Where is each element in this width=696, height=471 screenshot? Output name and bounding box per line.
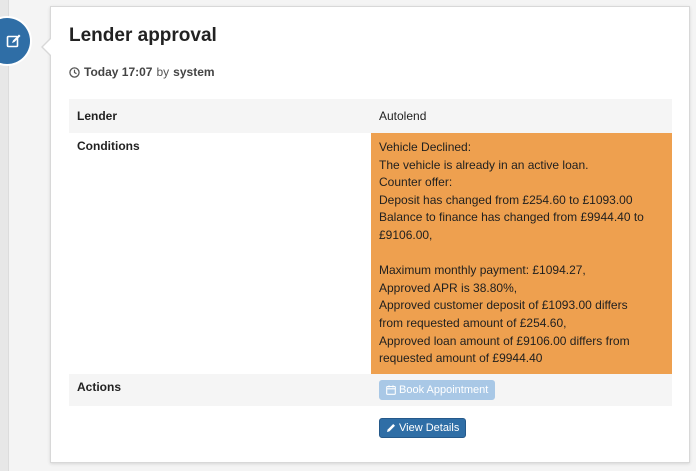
lender-value: Autolend [371,99,672,133]
view-details-wrapper: View Details [379,418,467,438]
conditions-line: Approved loan amount of £9106.00 differs… [379,333,630,348]
view-details-label: View Details [399,422,460,434]
conditions-blank-line [379,245,664,263]
entry-timestamp: Today 17:07 [84,65,153,79]
entry-meta: Today 17:07 by system [69,65,215,79]
conditions-line: £9106.00, [379,227,433,242]
calendar-icon [386,385,396,395]
pencil-icon [387,424,395,432]
conditions-line: Balance to finance has changed from £994… [379,210,644,225]
card-pointer-inner [43,38,52,56]
conditions-label: Conditions [69,133,371,374]
entry-by-label: by [156,65,170,79]
view-details-button[interactable]: View Details [379,418,467,438]
conditions-line: Maximum monthly payment: £1094.27, [379,263,586,278]
clock-icon [69,66,80,78]
conditions-line: Counter offer: [379,175,453,190]
timeline-entry-card: Lender approval Today 17:07 by system Le… [41,6,690,463]
conditions-line: Vehicle Declined: [379,140,472,154]
entry-title: Lender approval [69,25,217,46]
table-row-actions: Actions Book Appointment [69,373,672,406]
timeline-line [0,0,9,471]
conditions-line: requested amount of £9944.40 [379,351,543,366]
lender-label: Lender [69,99,371,133]
conditions-line: Deposit has changed from £254.60 to £109… [379,192,633,207]
conditions-line: The vehicle is already in an active loan… [379,157,589,172]
entry-author: system [173,65,215,79]
table-row-lender: Lender Autolend [69,99,672,133]
actions-cell: Book Appointment [371,373,672,406]
details-table: Lender Autolend Conditions Vehicle Decli… [69,99,672,406]
conditions-line: Approved customer deposit of £1093.00 di… [379,298,628,313]
timeline-marker [0,18,30,64]
conditions-line: Approved APR is 38.80%, [379,280,518,295]
table-row-conditions: Conditions Vehicle Declined: The vehicle… [69,133,672,374]
edit-icon [6,34,21,48]
book-appointment-button[interactable]: Book Appointment [379,379,496,400]
conditions-line: from requested amount of £254.60, [379,315,567,330]
book-appointment-label: Book Appointment [399,383,489,396]
conditions-value: Vehicle Declined: The vehicle is already… [371,133,672,374]
actions-label: Actions [69,373,371,406]
